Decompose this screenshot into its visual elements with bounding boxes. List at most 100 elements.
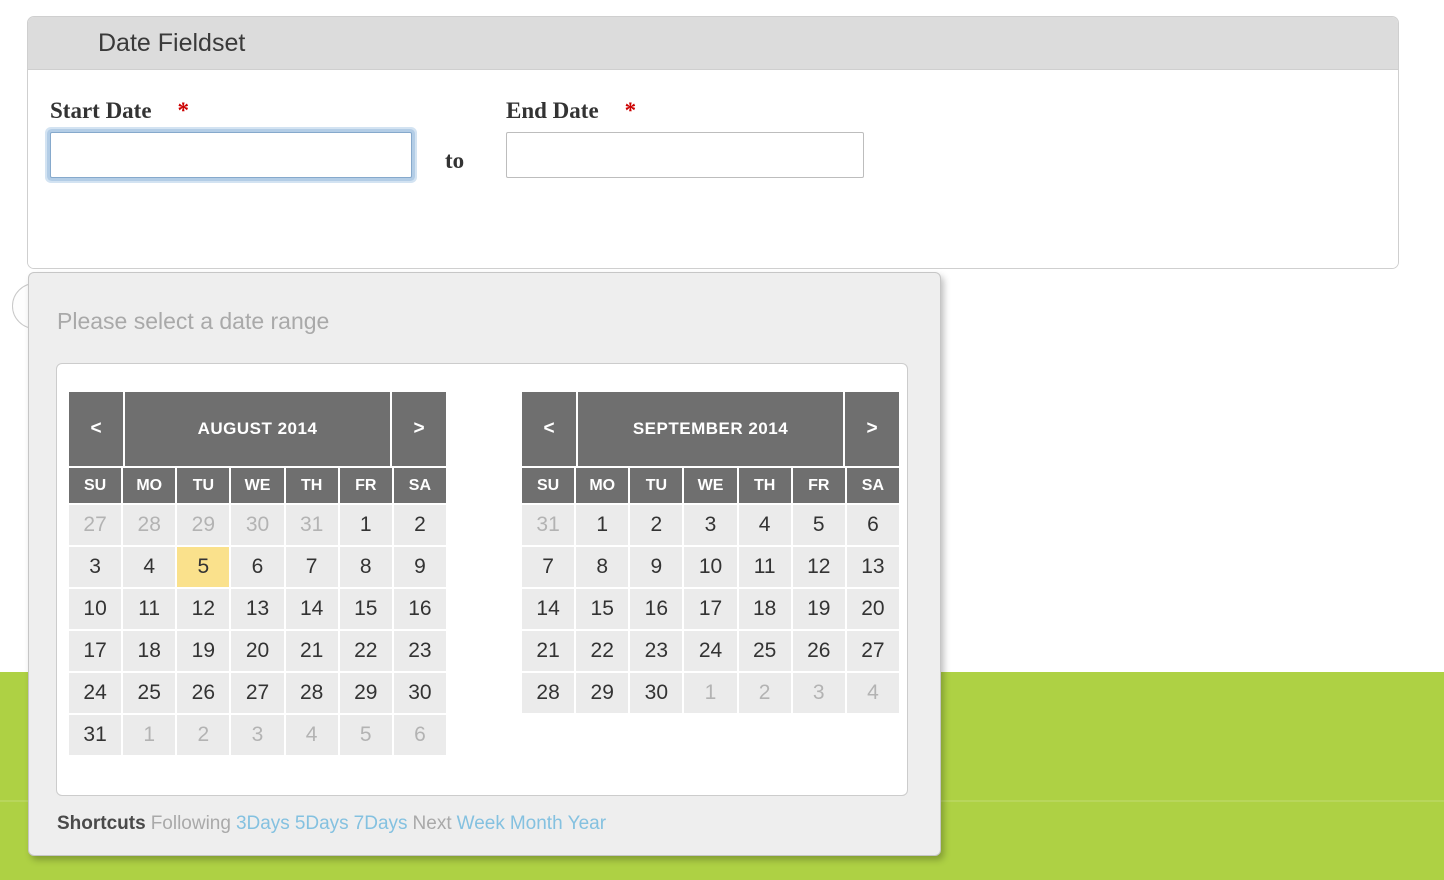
weekday-header-tu: TU	[177, 468, 230, 503]
day-cell[interactable]: 8	[339, 547, 392, 587]
day-cell[interactable]: 30	[393, 673, 446, 713]
day-cell[interactable]: 29	[339, 673, 392, 713]
day-cell[interactable]: 28	[285, 673, 338, 713]
day-cell[interactable]: 10	[69, 589, 122, 629]
next-month-button-right[interactable]: >	[845, 392, 899, 466]
day-cell[interactable]: 3	[684, 505, 737, 545]
day-cell[interactable]: 2	[393, 505, 446, 545]
day-cell[interactable]: 4	[846, 673, 899, 713]
day-cell[interactable]: 19	[792, 589, 845, 629]
day-cell[interactable]: 14	[522, 589, 575, 629]
day-cell[interactable]: 21	[522, 631, 575, 671]
day-cell[interactable]: 4	[123, 547, 176, 587]
day-cell[interactable]: 9	[630, 547, 683, 587]
day-cell[interactable]: 15	[339, 589, 392, 629]
day-cell[interactable]: 2	[177, 715, 230, 755]
calendar-left-header: < AUGUST 2014 >	[69, 392, 446, 466]
day-cell[interactable]: 29	[177, 505, 230, 545]
day-cell[interactable]: 21	[285, 631, 338, 671]
date-fieldset-panel: Date Fieldset Start Date * to End Date *	[27, 16, 1399, 269]
day-cell[interactable]: 6	[846, 505, 899, 545]
day-cell[interactable]: 6	[231, 547, 284, 587]
day-cell[interactable]: 13	[846, 547, 899, 587]
day-cell[interactable]: 3	[69, 547, 122, 587]
day-cell[interactable]: 18	[738, 589, 791, 629]
day-cell[interactable]: 19	[177, 631, 230, 671]
day-cell[interactable]: 27	[846, 631, 899, 671]
shortcut-7days[interactable]: 7Days	[354, 813, 408, 834]
day-cell[interactable]: 15	[576, 589, 629, 629]
day-cell[interactable]: 20	[846, 589, 899, 629]
day-cell[interactable]: 4	[285, 715, 338, 755]
next-month-button-left[interactable]: >	[392, 392, 446, 466]
day-cell[interactable]: 1	[339, 505, 392, 545]
day-cell[interactable]: 26	[792, 631, 845, 671]
day-cell[interactable]: 31	[522, 505, 575, 545]
day-cell[interactable]: 12	[792, 547, 845, 587]
day-cell[interactable]: 9	[393, 547, 446, 587]
shortcut-month[interactable]: Month	[510, 813, 563, 834]
day-cell[interactable]: 18	[123, 631, 176, 671]
day-cell[interactable]: 29	[576, 673, 629, 713]
day-cell[interactable]: 27	[231, 673, 284, 713]
day-cell[interactable]: 13	[231, 589, 284, 629]
start-date-label: Start Date	[50, 98, 152, 123]
shortcut-5days[interactable]: 5Days	[295, 813, 349, 834]
day-cell[interactable]: 30	[630, 673, 683, 713]
weekday-header-fr: FR	[792, 468, 845, 503]
calendar-right-header: < SEPTEMBER 2014 >	[522, 392, 899, 466]
day-cell[interactable]: 7	[285, 547, 338, 587]
start-date-input[interactable]	[50, 132, 412, 178]
day-cell[interactable]: 7	[522, 547, 575, 587]
shortcut-year[interactable]: Year	[568, 813, 606, 834]
day-cell[interactable]: 4	[738, 505, 791, 545]
day-cell[interactable]: 17	[684, 589, 737, 629]
day-cell[interactable]: 24	[69, 673, 122, 713]
day-cell[interactable]: 22	[576, 631, 629, 671]
day-cell[interactable]: 16	[393, 589, 446, 629]
prev-month-button-left[interactable]: <	[69, 392, 123, 466]
day-cell[interactable]: 23	[393, 631, 446, 671]
weekday-header-su: SU	[522, 468, 575, 503]
day-cell[interactable]: 1	[576, 505, 629, 545]
day-cell[interactable]: 22	[339, 631, 392, 671]
day-cell[interactable]: 5	[177, 547, 230, 587]
day-cell[interactable]: 6	[393, 715, 446, 755]
day-cell[interactable]: 5	[339, 715, 392, 755]
day-cell[interactable]: 11	[738, 547, 791, 587]
day-cell[interactable]: 27	[69, 505, 122, 545]
day-cell[interactable]: 30	[231, 505, 284, 545]
day-cell[interactable]: 16	[630, 589, 683, 629]
day-cell[interactable]: 28	[123, 505, 176, 545]
day-cell[interactable]: 3	[231, 715, 284, 755]
day-cell[interactable]: 1	[684, 673, 737, 713]
day-cell[interactable]: 8	[576, 547, 629, 587]
weekday-header-tu: TU	[630, 468, 683, 503]
day-cell[interactable]: 25	[738, 631, 791, 671]
day-cell[interactable]: 17	[69, 631, 122, 671]
day-cell[interactable]: 5	[792, 505, 845, 545]
day-cell[interactable]: 12	[177, 589, 230, 629]
day-cell[interactable]: 24	[684, 631, 737, 671]
day-cell[interactable]: 23	[630, 631, 683, 671]
day-cell[interactable]: 11	[123, 589, 176, 629]
page-root: Date Fieldset Start Date * to End Date * P…	[0, 0, 1444, 880]
prev-month-button-right[interactable]: <	[522, 392, 576, 466]
day-cell[interactable]: 28	[522, 673, 575, 713]
shortcut-3days[interactable]: 3Days	[236, 813, 290, 834]
calendar-right-day-grid: 31 1 2 3 4 5 6 7 8 9 10 11 12 13 14 15 16 17 18 19 20 21 22 23 2…	[522, 505, 899, 713]
end-date-input[interactable]	[506, 132, 864, 178]
day-cell[interactable]: 14	[285, 589, 338, 629]
day-cell[interactable]: 10	[684, 547, 737, 587]
day-cell[interactable]: 2	[630, 505, 683, 545]
day-cell[interactable]: 3	[792, 673, 845, 713]
day-cell[interactable]: 31	[69, 715, 122, 755]
day-cell[interactable]: 25	[123, 673, 176, 713]
day-cell[interactable]: 26	[177, 673, 230, 713]
weekday-header-we: WE	[684, 468, 737, 503]
shortcut-week[interactable]: Week	[457, 813, 505, 834]
day-cell[interactable]: 31	[285, 505, 338, 545]
day-cell[interactable]: 2	[738, 673, 791, 713]
day-cell[interactable]: 1	[123, 715, 176, 755]
day-cell[interactable]: 20	[231, 631, 284, 671]
